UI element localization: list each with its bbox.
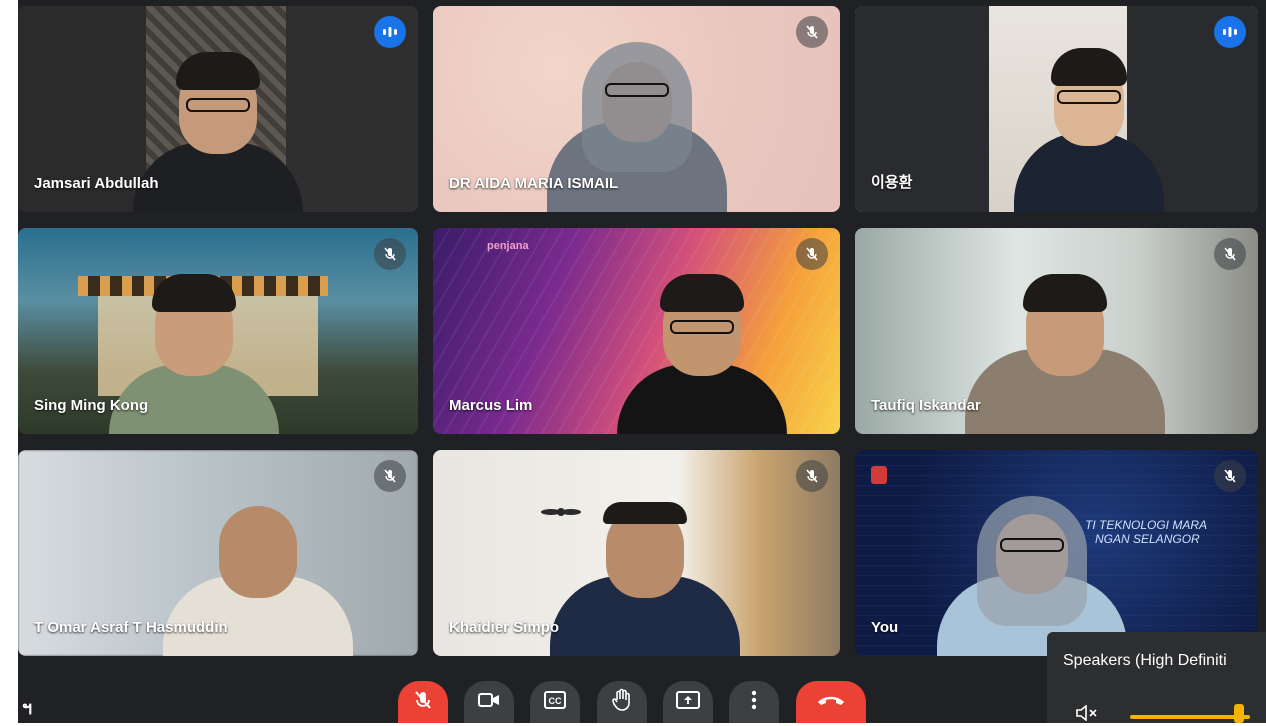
captions-button[interactable]: CC [530, 681, 580, 723]
mic-toggle-button[interactable] [398, 681, 448, 723]
mic-off-icon [1214, 460, 1246, 492]
volume-slider-track[interactable] [1130, 715, 1250, 719]
participant-name: DR AIDA MARIA ISMAIL [449, 175, 619, 192]
participant-video [616, 264, 787, 434]
present-button[interactable] [663, 681, 713, 723]
participant-name: T Omar Asraf T Hasmuddin [34, 619, 228, 636]
captions-icon: CC [544, 690, 566, 714]
meeting-info-fragment: ฯ [22, 698, 33, 718]
present-icon [676, 690, 700, 714]
participant-name: 이용환 [871, 174, 913, 191]
participant-tile-you[interactable]: TI TEKNOLOGI MARA NGAN SELANGOR You [855, 450, 1258, 656]
participant-video [1004, 42, 1174, 212]
mic-off-icon [796, 238, 828, 270]
participant-tile-singmingkong[interactable]: Sing Ming Kong [18, 228, 418, 434]
raise-hand-icon [612, 688, 632, 717]
background-logo: penjana [487, 240, 529, 252]
participant-name: You [871, 619, 899, 636]
mic-off-icon [374, 460, 406, 492]
more-options-button[interactable] [729, 681, 779, 723]
mic-off-icon [796, 16, 828, 48]
more-options-icon [751, 690, 757, 715]
end-call-icon [816, 693, 846, 712]
participant-tile-taufiq[interactable]: Taufiq Iskandar [855, 228, 1258, 434]
svg-text:CC: CC [549, 696, 562, 706]
participant-name: Khaidier Simpo [449, 619, 560, 636]
participant-video [937, 486, 1128, 656]
speaking-indicator-icon [374, 16, 406, 48]
participant-tile-marcuslim[interactable]: penjana Marcus Lim [433, 228, 840, 434]
speaker-device-label: Speakers (High Definiti [1063, 652, 1227, 669]
institution-logo-icon [871, 466, 887, 484]
volume-slider-handle[interactable] [1234, 704, 1244, 723]
end-call-button[interactable] [796, 681, 866, 723]
mic-off-icon [796, 460, 828, 492]
participant-tile-aida[interactable]: DR AIDA MARIA ISMAIL [433, 6, 840, 212]
participant-video [133, 42, 303, 212]
participant-name: Jamsari Abdullah [34, 175, 159, 192]
mic-off-icon [412, 689, 434, 716]
participant-video [964, 264, 1165, 434]
participant-tile-khaidier[interactable]: Khaidier Simpo [433, 450, 840, 656]
mic-off-icon [374, 238, 406, 270]
participant-video [549, 486, 740, 656]
camera-toggle-button[interactable] [464, 681, 514, 723]
participant-tile-leeyonghwan[interactable]: 이용환 [855, 6, 1258, 212]
raise-hand-button[interactable] [597, 681, 647, 723]
camera-icon [478, 692, 500, 713]
participant-name: Sing Ming Kong [34, 397, 149, 414]
participant-name: Marcus Lim [449, 397, 533, 414]
participant-tile-jamsari[interactable]: Jamsari Abdullah [18, 6, 418, 212]
participant-name: Taufiq Iskandar [871, 397, 981, 414]
speaking-indicator-icon [1214, 16, 1246, 48]
participant-tile-tomar[interactable]: T Omar Asraf T Hasmuddin [18, 450, 418, 656]
mic-off-icon [1214, 238, 1246, 270]
